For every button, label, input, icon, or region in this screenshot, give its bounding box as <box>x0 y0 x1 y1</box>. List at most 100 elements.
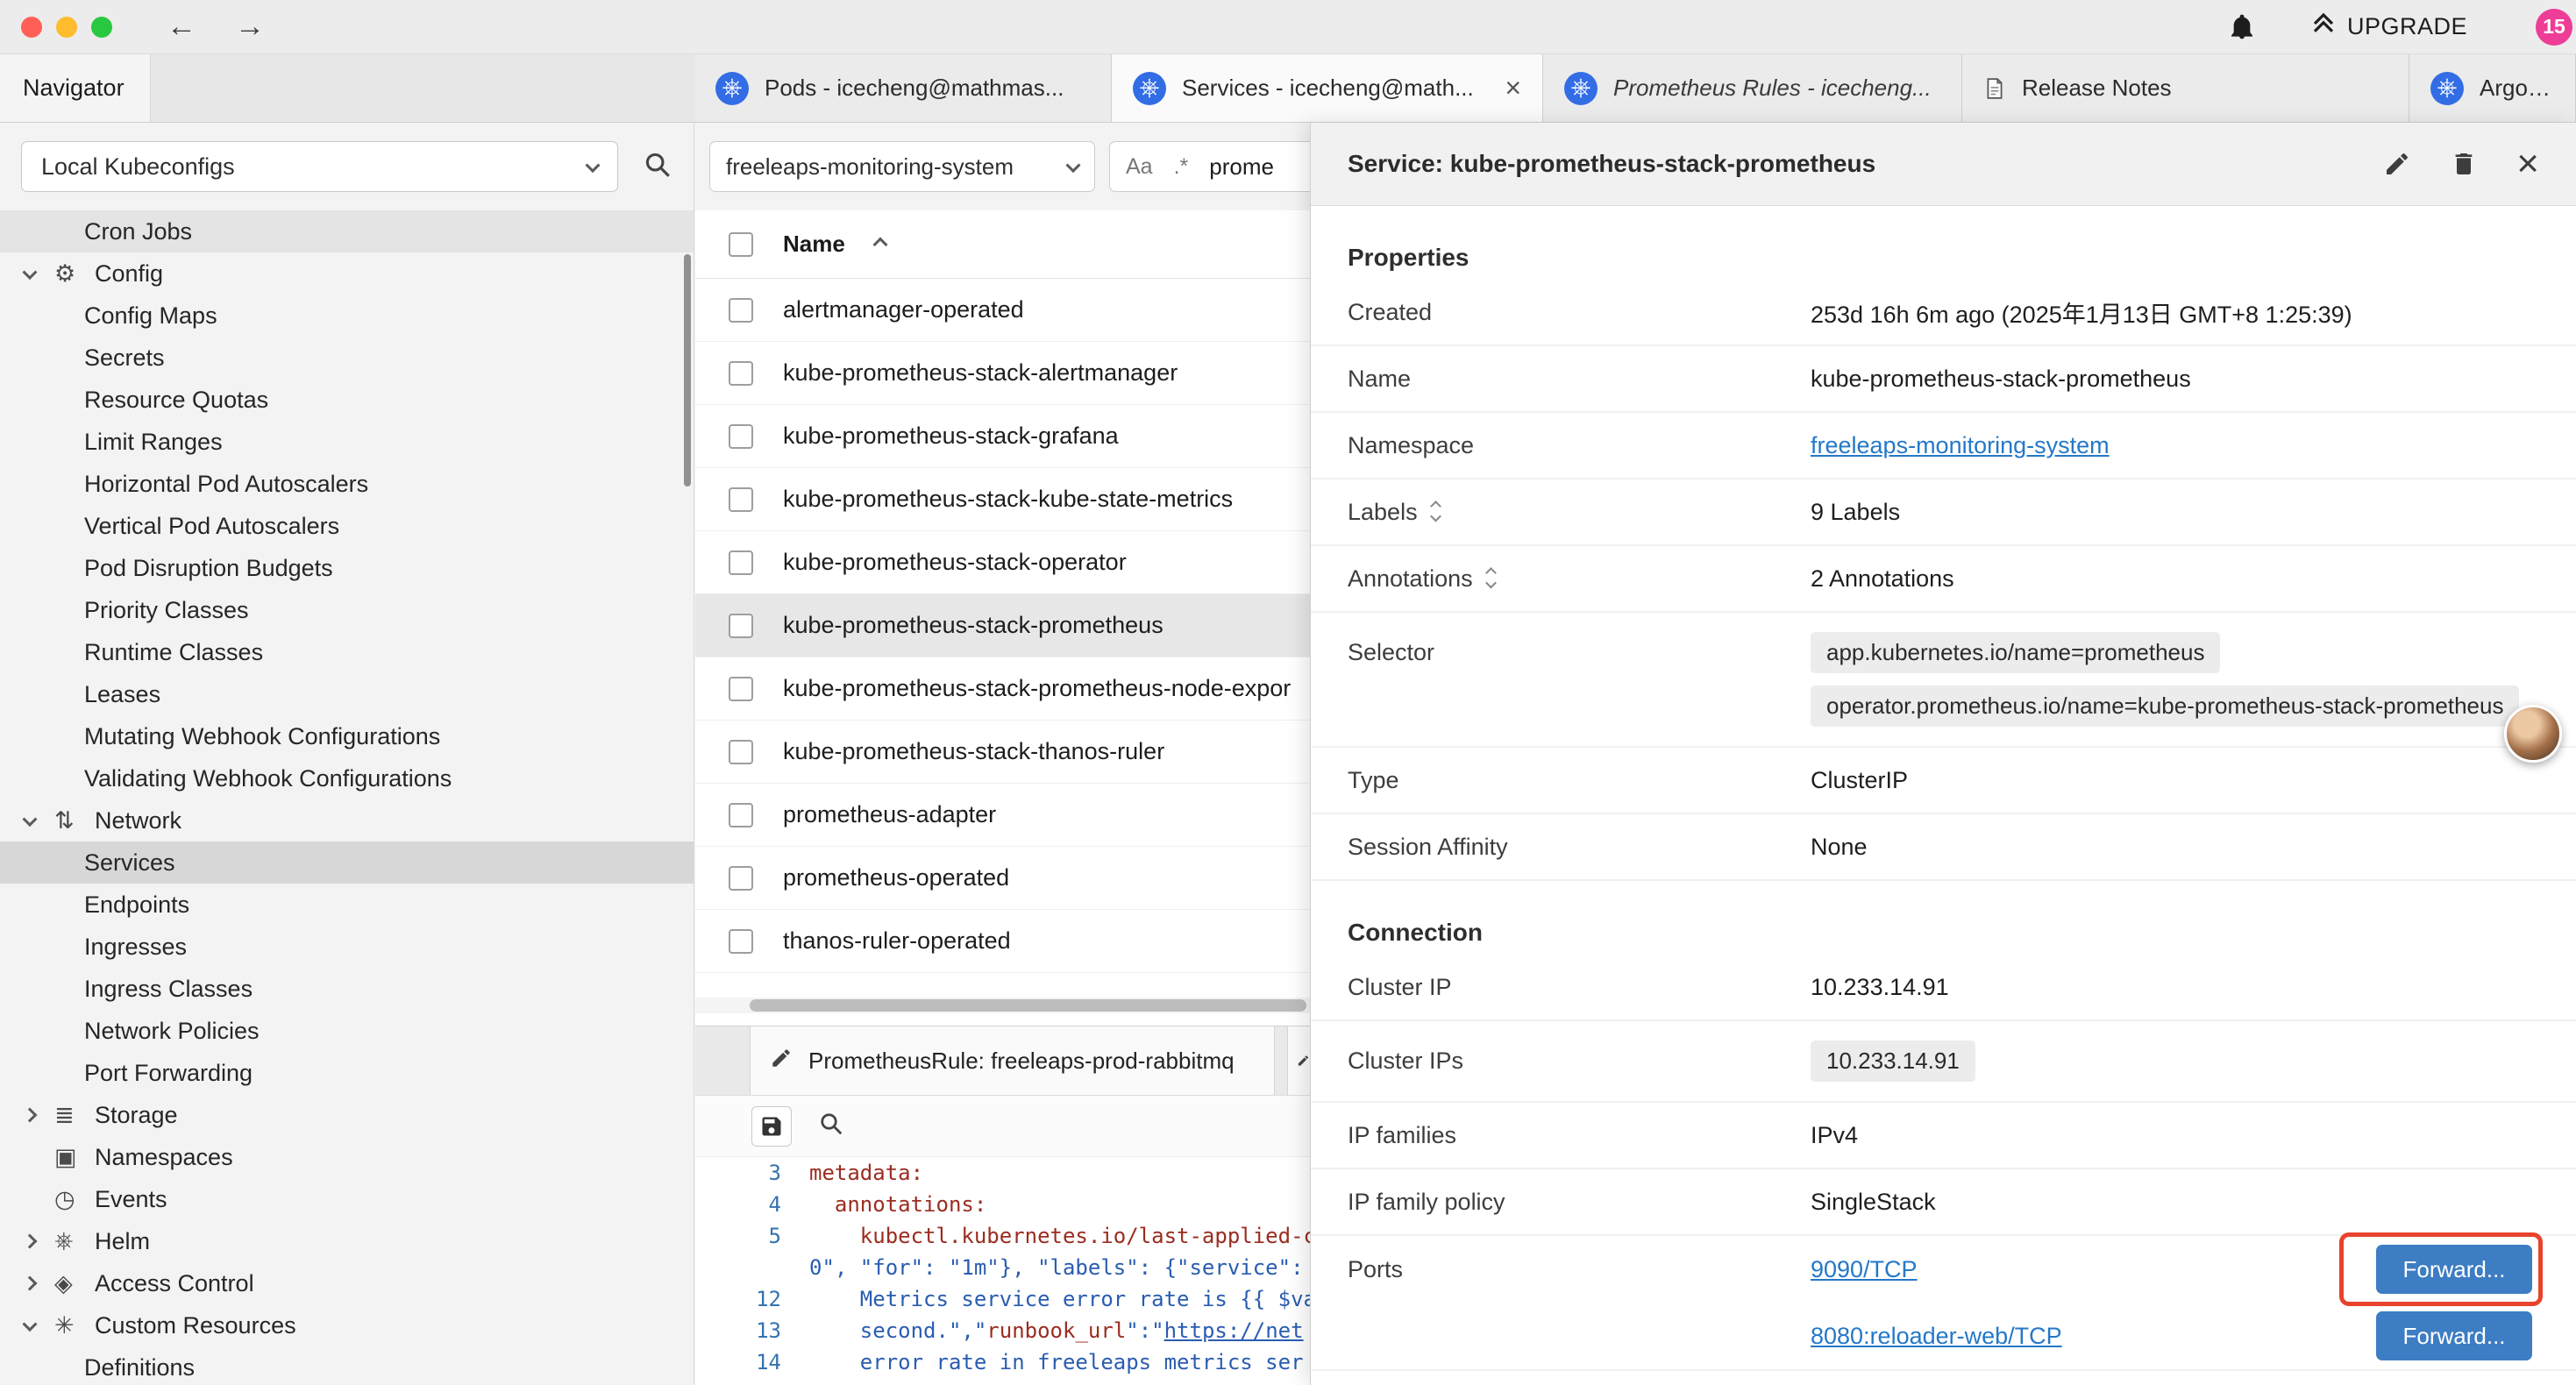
horizontal-scrollbar[interactable] <box>695 998 1310 1013</box>
namespace-link[interactable]: freeleaps-monitoring-system <box>1811 432 2110 458</box>
sidebar-item-namespaces[interactable]: ▣Namespaces <box>0 1136 694 1178</box>
row-checkbox[interactable] <box>729 550 753 575</box>
regex-toggle[interactable]: .* <box>1174 154 1189 180</box>
dock-tab-prometheusrule[interactable]: PrometheusRule: freeleaps-prod-rabbitmq <box>750 1026 1275 1095</box>
row-checkbox[interactable] <box>729 298 753 323</box>
sidebar-item-network[interactable]: ⇅Network <box>0 799 694 842</box>
tab-prometheus-rules-icecheng[interactable]: ⎈Prometheus Rules - icecheng... <box>1543 54 1962 122</box>
row-checkbox[interactable] <box>729 361 753 386</box>
editor-search-icon[interactable] <box>818 1111 844 1141</box>
row-checkbox[interactable] <box>729 487 753 512</box>
scrollbar-thumb[interactable] <box>750 999 1306 1012</box>
sidebar-item-leases[interactable]: Leases <box>0 673 694 715</box>
edit-icon[interactable] <box>2383 150 2411 178</box>
table-row[interactable]: prometheus-adapter <box>695 784 1310 847</box>
namespace-filter-dropdown[interactable]: freeleaps-monitoring-system <box>709 141 1095 192</box>
port-link[interactable]: 8080:reloader-web/TCP <box>1811 1323 2062 1350</box>
notifications-bell-icon[interactable] <box>2228 13 2256 41</box>
sidebar-item-custom-resources[interactable]: ✳Custom Resources <box>0 1304 694 1346</box>
sidebar-item-ingresses[interactable]: Ingresses <box>0 926 694 968</box>
close-window-button[interactable] <box>21 17 42 38</box>
close-icon[interactable]: × <box>2516 145 2539 183</box>
row-checkbox[interactable] <box>729 740 753 764</box>
code-line[interactable]: 5 kubectl.kubernetes.io/last-applied-co <box>695 1220 1310 1252</box>
notification-count-badge[interactable]: 15 <box>2536 9 2572 46</box>
sidebar-item-limit-ranges[interactable]: Limit Ranges <box>0 421 694 463</box>
list-search-input[interactable]: Aa .* prome <box>1109 141 1310 192</box>
chevron-down-icon[interactable] <box>23 265 38 280</box>
sidebar-item-config-maps[interactable]: Config Maps <box>0 295 694 337</box>
sidebar-search-icon[interactable] <box>643 150 672 184</box>
navigator-panel-tab[interactable]: Navigator <box>0 54 151 122</box>
zoom-window-button[interactable] <box>91 17 112 38</box>
select-all-checkbox[interactable] <box>729 232 753 257</box>
tab-pods-icecheng-mathmas[interactable]: ⎈Pods - icecheng@mathmas... <box>694 54 1112 122</box>
forward-button[interactable]: Forward... <box>2376 1245 2532 1294</box>
code-line[interactable]: 12 Metrics service error rate is {{ $va <box>695 1283 1310 1315</box>
sidebar-item-port-forwarding[interactable]: Port Forwarding <box>0 1052 694 1094</box>
back-arrow-icon[interactable]: ← <box>167 10 196 44</box>
chevron-right-icon[interactable] <box>23 1276 38 1291</box>
table-row[interactable]: thanos-ruler-operated <box>695 910 1310 973</box>
forward-button[interactable]: Forward... <box>2376 1311 2532 1360</box>
minimize-window-button[interactable] <box>56 17 77 38</box>
tab-argo-se[interactable]: ⎈Argo Se <box>2409 54 2576 122</box>
save-button[interactable] <box>751 1106 792 1147</box>
sidebar-item-runtime-classes[interactable]: Runtime Classes <box>0 631 694 673</box>
delete-icon[interactable] <box>2450 150 2478 178</box>
sidebar-scrollbar[interactable] <box>684 254 691 487</box>
close-tab-icon[interactable]: × <box>1496 72 1521 104</box>
match-case-toggle[interactable]: Aa <box>1126 154 1153 180</box>
table-row[interactable]: kube-prometheus-stack-grafana <box>695 405 1310 468</box>
code-line[interactable]: 13 second.","runbook_url":"https://net <box>695 1315 1310 1346</box>
table-row[interactable]: kube-prometheus-stack-operator <box>695 531 1310 594</box>
code-line[interactable]: 3metadata: <box>695 1157 1310 1189</box>
table-row[interactable]: kube-prometheus-stack-kube-state-metrics <box>695 468 1310 531</box>
sidebar-item-helm[interactable]: ⎈Helm <box>0 1220 694 1262</box>
sidebar-item-access-control[interactable]: ◈Access Control <box>0 1262 694 1304</box>
row-checkbox[interactable] <box>729 803 753 827</box>
row-checkbox[interactable] <box>729 677 753 701</box>
sidebar-item-ingress-classes[interactable]: Ingress Classes <box>0 968 694 1010</box>
sidebar-item-definitions[interactable]: Definitions <box>0 1346 694 1385</box>
avatar[interactable] <box>2504 705 2562 763</box>
upgrade-button[interactable]: UPGRADE <box>2310 11 2467 43</box>
table-row[interactable]: kube-prometheus-stack-thanos-ruler <box>695 721 1310 784</box>
sidebar-item-priority-classes[interactable]: Priority Classes <box>0 589 694 631</box>
chevron-right-icon[interactable] <box>23 1108 38 1123</box>
chevron-right-icon[interactable] <box>23 1234 38 1249</box>
expand-toggle-icon[interactable] <box>1432 502 1440 522</box>
code-line[interactable]: 4 annotations: <box>695 1189 1310 1220</box>
sidebar-item-endpoints[interactable]: Endpoints <box>0 884 694 926</box>
sidebar-item-network-policies[interactable]: Network Policies <box>0 1010 694 1052</box>
chevron-down-icon[interactable] <box>23 812 38 827</box>
tab-services-icecheng-math[interactable]: ⎈Services - icecheng@math...× <box>1112 54 1543 122</box>
row-checkbox[interactable] <box>729 929 753 954</box>
row-checkbox[interactable] <box>729 424 753 449</box>
sidebar-item-storage[interactable]: ≣Storage <box>0 1094 694 1136</box>
name-column-header[interactable]: Name <box>783 231 845 258</box>
sidebar-item-resource-quotas[interactable]: Resource Quotas <box>0 379 694 421</box>
sidebar-item-services[interactable]: Services <box>0 842 694 884</box>
sidebar-item-validating-webhook-configurations[interactable]: Validating Webhook Configurations <box>0 757 694 799</box>
forward-arrow-icon[interactable]: → <box>235 10 265 44</box>
sort-ascending-icon[interactable] <box>872 237 887 252</box>
sidebar-item-horizontal-pod-autoscalers[interactable]: Horizontal Pod Autoscalers <box>0 463 694 505</box>
table-row[interactable]: prometheus-operated <box>695 847 1310 910</box>
kubeconfig-dropdown[interactable]: Local Kubeconfigs <box>21 141 618 192</box>
dock-tab-partial[interactable] <box>1287 1026 1310 1095</box>
row-checkbox[interactable] <box>729 866 753 891</box>
yaml-editor[interactable]: 3metadata:4 annotations:5 kubectl.kubern… <box>695 1157 1310 1378</box>
sidebar-item-cron-jobs[interactable]: Cron Jobs <box>0 210 694 252</box>
row-checkbox[interactable] <box>729 614 753 638</box>
sidebar-item-config[interactable]: ⚙Config <box>0 252 694 295</box>
port-link[interactable]: 9090/TCP <box>1811 1256 1918 1283</box>
code-line[interactable]: 14 error rate in freeleaps metrics ser <box>695 1346 1310 1378</box>
table-row[interactable]: kube-prometheus-stack-prometheus <box>695 594 1310 657</box>
chevron-down-icon[interactable] <box>23 1317 38 1332</box>
table-row[interactable]: kube-prometheus-stack-alertmanager <box>695 342 1310 405</box>
tab-release-notes[interactable]: Release Notes <box>1962 54 2409 122</box>
table-row[interactable]: kube-prometheus-stack-prometheus-node-ex… <box>695 657 1310 721</box>
sidebar-item-pod-disruption-budgets[interactable]: Pod Disruption Budgets <box>0 547 694 589</box>
sidebar-item-secrets[interactable]: Secrets <box>0 337 694 379</box>
